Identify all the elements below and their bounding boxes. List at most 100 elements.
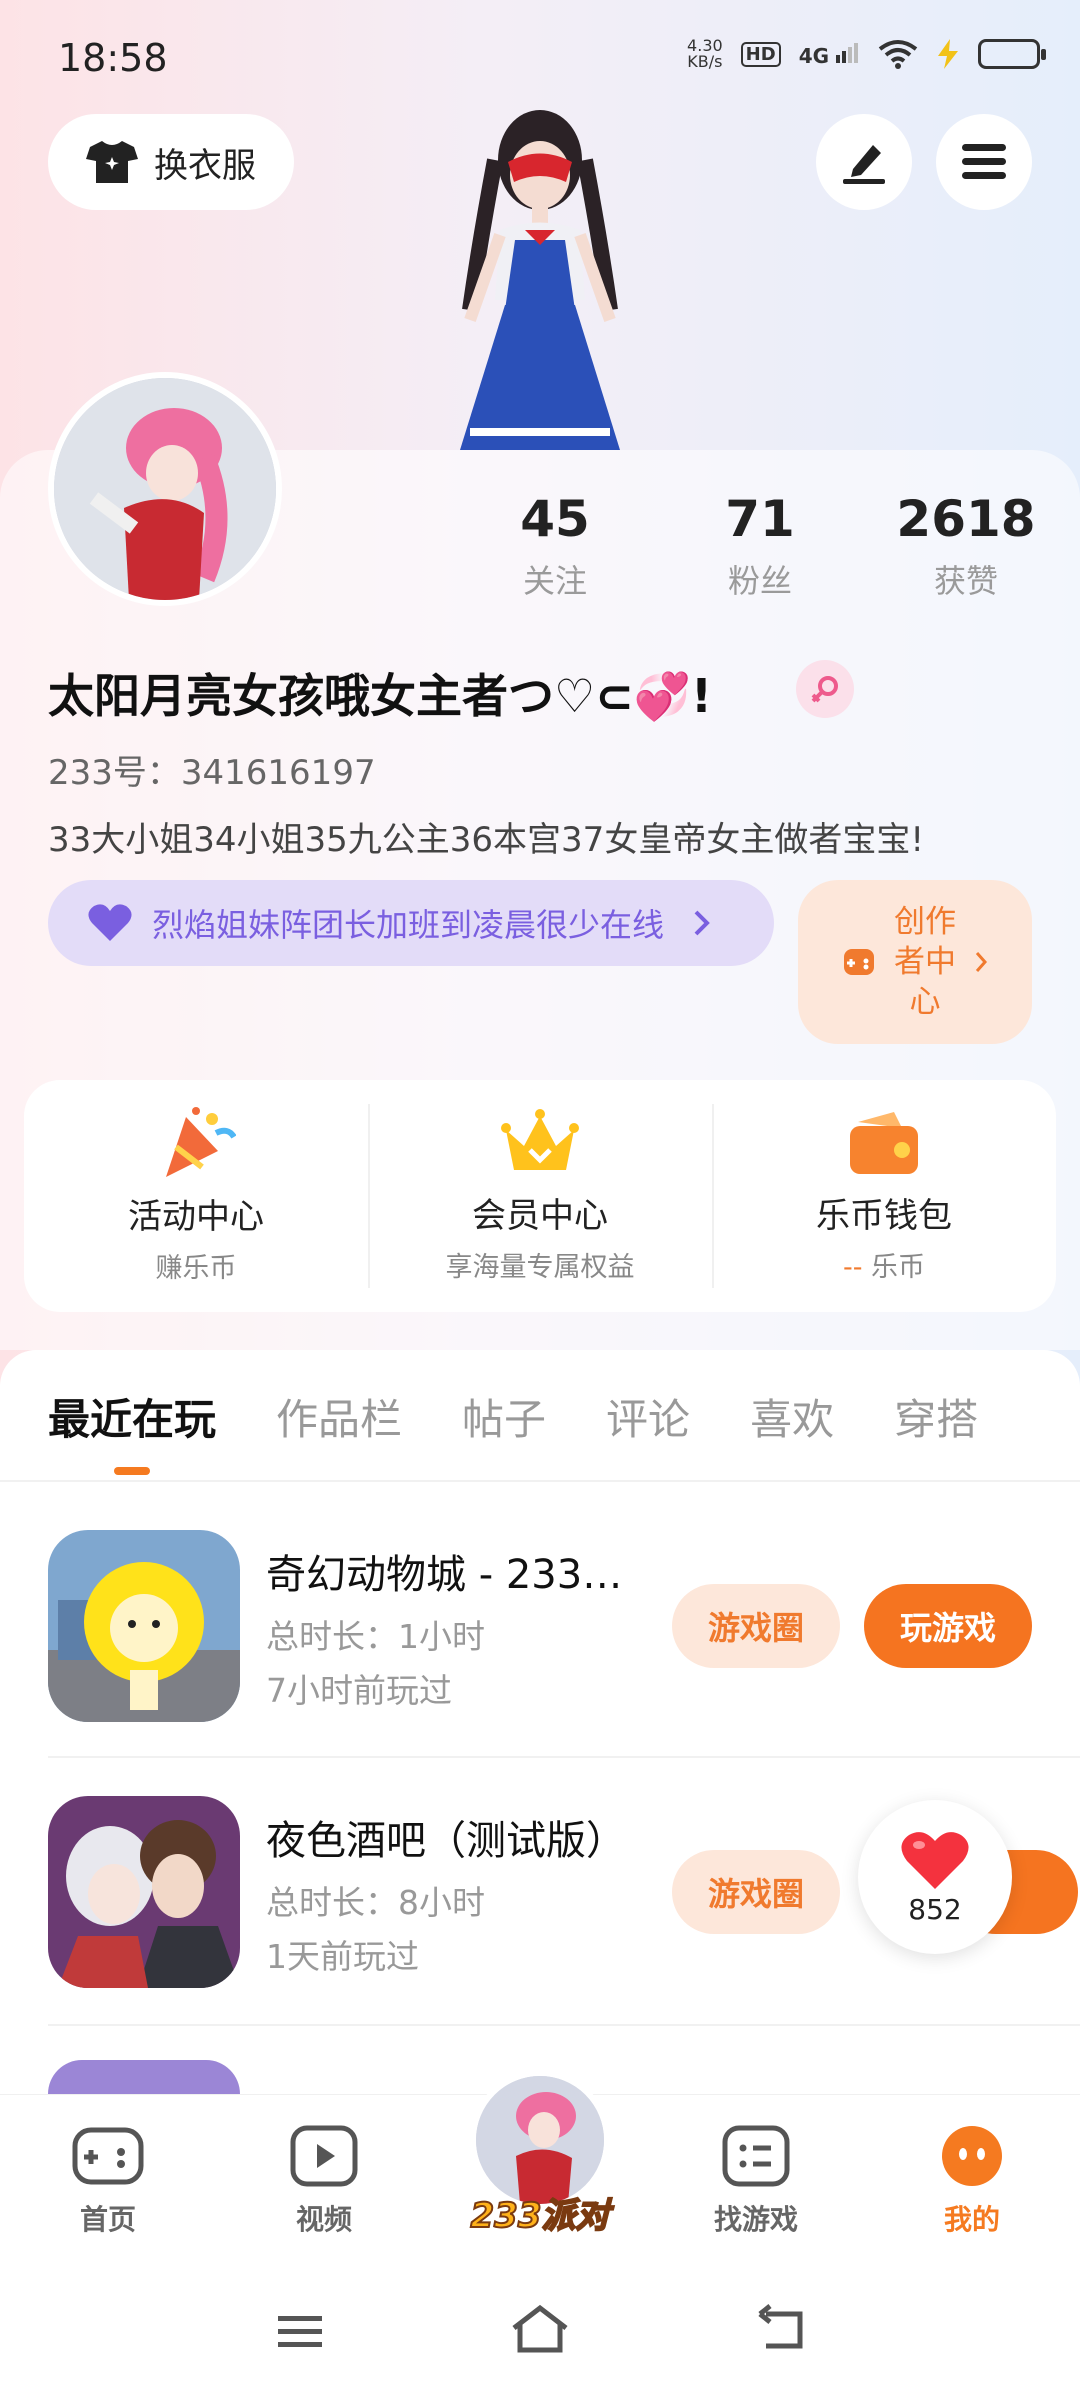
network-type: 4G: [798, 43, 830, 68]
home-icon[interactable]: [510, 2304, 570, 2354]
tabs-divider: [0, 1480, 1080, 1482]
member-center-button[interactable]: 会员中心 享海量专属权益: [368, 1080, 712, 1312]
list-icon: [722, 2125, 790, 2187]
tab-comments[interactable]: 评论: [606, 1386, 690, 1447]
nav-video-label: 视频: [295, 2203, 352, 2236]
likes-stat[interactable]: 2618 获赞: [866, 490, 1066, 602]
game-name: 夜色酒吧（测试版）: [266, 1818, 626, 1864]
bio: 33大小姐34小姐35九公主36本宫37女皇帝女主做者宝宝!: [48, 820, 924, 860]
tab-likes[interactable]: 喜欢: [750, 1386, 834, 1447]
game-item[interactable]: 奇幻动物城 - 233… 总时长：1小时 7小时前玩过 游戏圈 玩游戏: [48, 1530, 1080, 1730]
chevron-right-icon: [694, 910, 710, 936]
fans-label: 粉丝: [727, 562, 792, 600]
game-last-played: 1天前玩过: [266, 1937, 419, 1976]
avatar-image: [54, 378, 276, 600]
likes-label: 获赞: [933, 562, 998, 600]
tab-posts[interactable]: 帖子: [462, 1386, 546, 1447]
game-name: 奇幻动物城 - 233…: [266, 1552, 623, 1598]
game-duration: 总时长：8小时: [266, 1883, 485, 1922]
wifi-icon: [878, 40, 918, 69]
like-bubble[interactable]: 852: [858, 1800, 1012, 1954]
status-text: 烈焰姐妹阵团长加班到凌晨很少在线: [152, 906, 665, 944]
female-icon: [796, 660, 854, 718]
activity-center-sub: 赚乐币: [155, 1253, 237, 1284]
wallet-icon: [850, 1112, 918, 1174]
video-play-icon: [290, 2125, 358, 2187]
nav-find-game[interactable]: 找游戏: [686, 2124, 826, 2238]
game-icon: [48, 1530, 240, 1722]
row-divider: [48, 2024, 1080, 2026]
heart-icon: [901, 1831, 969, 1889]
character-model[interactable]: [400, 90, 680, 450]
change-outfit-label: 换衣服: [154, 145, 256, 186]
chevron-right-icon: [975, 952, 988, 972]
net-speed: 4.30 KB/s: [687, 38, 723, 70]
edit-button[interactable]: [816, 114, 912, 210]
status-icons: 4.30 KB/s HD 4G: [687, 38, 1046, 70]
party-avatar: [476, 2076, 604, 2204]
menu-icon: [962, 144, 1006, 179]
pen-icon: [843, 145, 885, 184]
fans-stat[interactable]: 71 粉丝: [660, 490, 860, 602]
nav-home[interactable]: 首页: [38, 2124, 178, 2238]
like-count: 852: [908, 1892, 962, 1926]
coin-unit: 乐币: [871, 1252, 926, 1283]
user-id: 233号：341616197: [48, 753, 376, 793]
activity-center-title: 活动中心: [128, 1197, 264, 1237]
tab-recently-played[interactable]: 最近在玩: [48, 1386, 216, 1475]
game-icon: [48, 2060, 240, 2094]
game-circle-button[interactable]: 游戏圈: [672, 1584, 840, 1668]
coin-wallet-title: 乐币钱包: [816, 1196, 952, 1236]
menu-button[interactable]: [936, 114, 1032, 210]
coin-wallet-button[interactable]: 乐币钱包 -- 乐币: [712, 1080, 1056, 1312]
game-icon: [48, 1796, 240, 1988]
gamepad-icon: [72, 2127, 144, 2185]
party-label: 233派对: [470, 2195, 611, 2237]
system-nav-bar: [0, 2274, 1080, 2400]
gamepad-icon: [844, 949, 874, 975]
game-last-played: 7小时前玩过: [266, 1671, 452, 1710]
battery-icon: [978, 39, 1046, 69]
member-center-sub: 享海量专属权益: [445, 1252, 635, 1283]
signal-icon: 4G: [799, 41, 860, 68]
change-outfit-button[interactable]: 换衣服: [48, 114, 294, 210]
net-speed-unit: KB/s: [687, 52, 723, 71]
username: 太阳月亮女孩哦女主者つ♡⊂💞!: [48, 669, 713, 723]
charging-icon: [938, 39, 958, 69]
hd-icon: HD: [740, 41, 781, 67]
nav-find-game-label: 找游戏: [713, 2203, 798, 2236]
game-circle-button[interactable]: 游戏圈: [672, 1850, 840, 1934]
back-icon[interactable]: [756, 2304, 806, 2354]
tshirt-icon: [86, 141, 138, 183]
play-game-button[interactable]: 玩游戏: [864, 1584, 1032, 1668]
nav-mine-label: 我的: [943, 2203, 1000, 2236]
game-duration: 总时长：1小时: [266, 1617, 485, 1656]
heart-icon: [88, 904, 132, 941]
following-stat[interactable]: 45 关注: [455, 490, 655, 602]
row-divider: [48, 1756, 1080, 1758]
mine-face-icon: [942, 2126, 1002, 2186]
fans-count: 71: [725, 490, 795, 548]
tab-outfits[interactable]: 穿搭: [894, 1386, 978, 1447]
crown-icon: [501, 1109, 579, 1170]
avatar[interactable]: [48, 372, 282, 606]
creator-center-button[interactable]: 创作者中心: [798, 880, 1032, 1044]
creator-center-label: 创作者中心: [894, 904, 956, 1020]
nav-home-label: 首页: [79, 2203, 136, 2236]
member-center-title: 会员中心: [472, 1196, 608, 1236]
following-label: 关注: [522, 562, 587, 600]
following-count: 45: [520, 490, 590, 548]
party-popper-icon: [166, 1107, 236, 1177]
status-message[interactable]: 烈焰姐妹阵团长加班到凌晨很少在线: [48, 880, 774, 966]
coin-wallet-sub: -- 乐币: [843, 1245, 925, 1284]
nav-video[interactable]: 视频: [254, 2124, 394, 2238]
recent-apps-icon[interactable]: [276, 2312, 324, 2352]
nav-mine[interactable]: 我的: [902, 2124, 1042, 2238]
tab-works[interactable]: 作品栏: [276, 1386, 402, 1447]
quick-panel: 活动中心 赚乐币 会员中心 享海量专属权益 乐币钱包 -- 乐币: [24, 1080, 1056, 1312]
coin-balance: --: [842, 1252, 863, 1283]
status-time: 18:58: [58, 36, 168, 80]
activity-center-button[interactable]: 活动中心 赚乐币: [24, 1080, 368, 1312]
profile-tabs: 最近在玩 作品栏 帖子 评论 喜欢 穿搭: [0, 1350, 1080, 1482]
likes-count: 2618: [896, 490, 1036, 548]
